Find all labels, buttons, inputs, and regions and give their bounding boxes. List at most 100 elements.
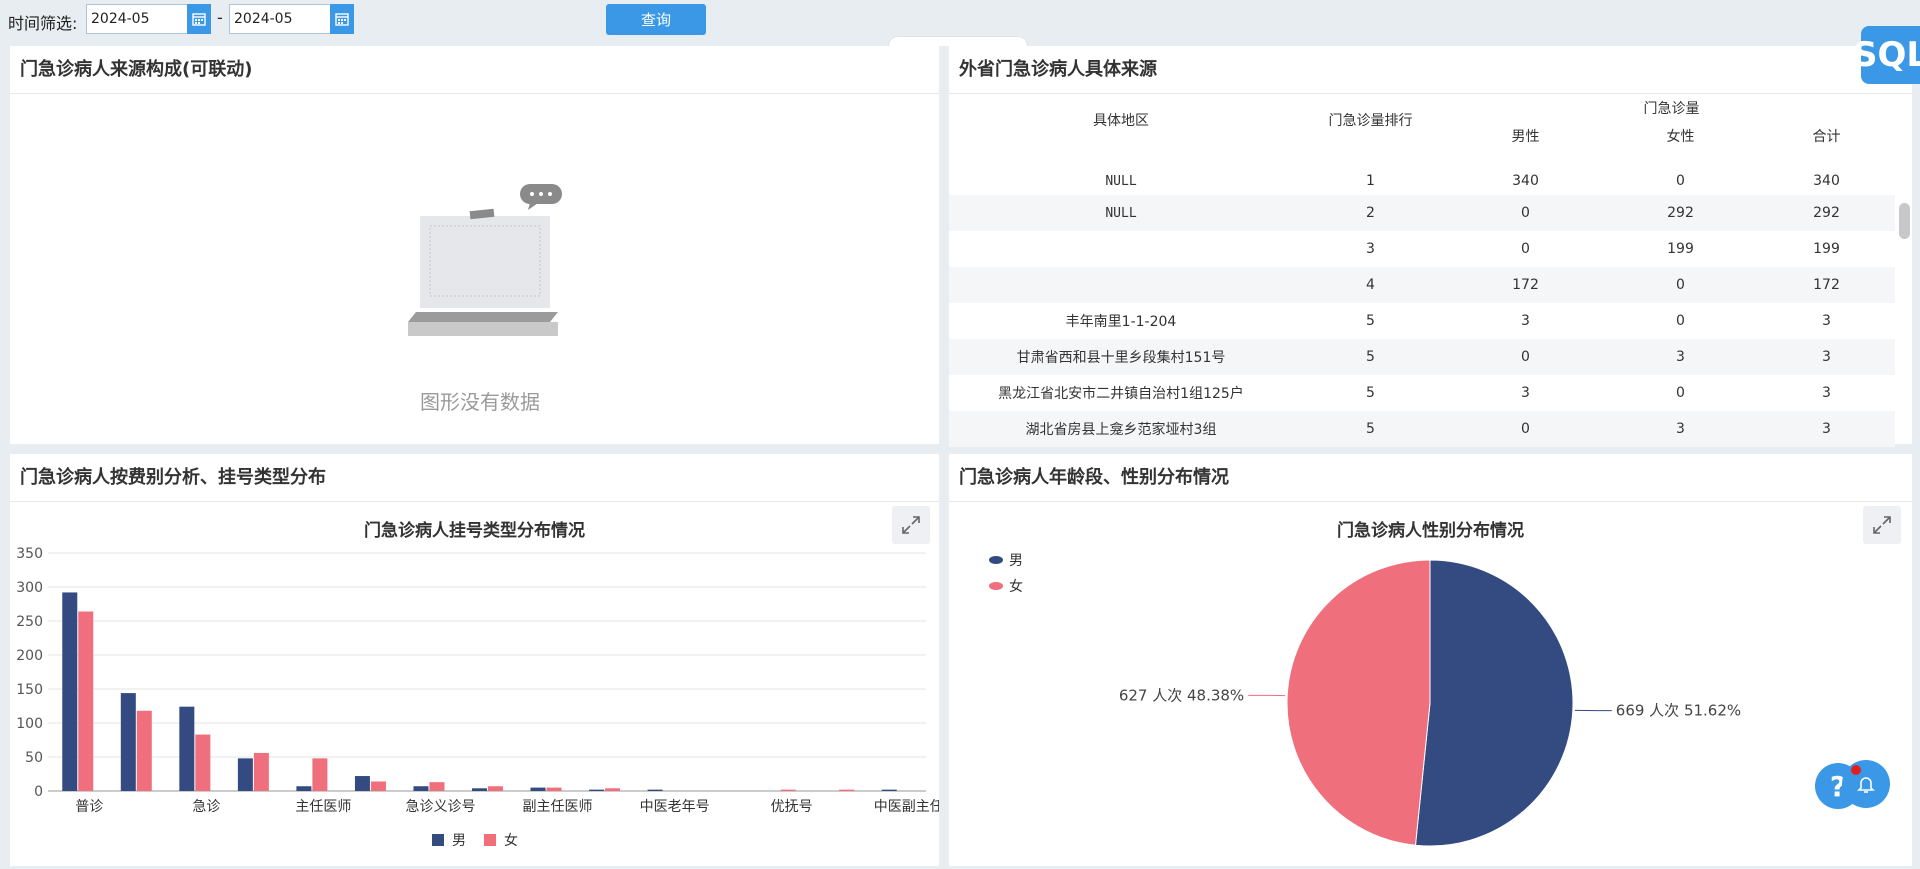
x-tick-label: 副主任医师 bbox=[523, 799, 593, 815]
x-tick-label: 主任医师 bbox=[295, 799, 351, 815]
cell-female: 3 bbox=[1676, 421, 1685, 437]
bar-female bbox=[78, 611, 94, 791]
y-tick-label: 100 bbox=[16, 716, 43, 732]
bar-female bbox=[195, 734, 211, 791]
age-panel: 门急诊病人年龄段、性别分布情况 门急诊病人性别分布情况 669 人次 51.62… bbox=[949, 454, 1912, 866]
start-date-field[interactable] bbox=[86, 4, 188, 34]
empty-text: 图形没有数据 bbox=[420, 390, 540, 414]
x-tick-label: 中医老年号 bbox=[640, 799, 710, 815]
start-calendar-button[interactable] bbox=[187, 4, 211, 34]
pie-slice-female bbox=[1286, 559, 1431, 846]
table-row: 3 0 199 199 bbox=[949, 231, 1895, 267]
legend-swatch bbox=[989, 556, 1003, 564]
bar-chart: 0 50 100 150 200 250 300 350 普诊 急诊 主任医师 急诊义诊号 副主任医师 中… bbox=[16, 546, 939, 849]
cell-rank: 4 bbox=[1366, 277, 1375, 293]
scroll-thumb[interactable] bbox=[1899, 203, 1910, 239]
bar-female bbox=[839, 789, 855, 791]
pie-label: 627 人次 48.38% bbox=[1119, 686, 1244, 704]
table-row: 黑龙江省北安市二井镇自治村1组125户 5 3 0 3 bbox=[949, 375, 1895, 411]
cell-male: 0 bbox=[1521, 241, 1530, 257]
table-row: 丰年南里1-1-204 5 3 0 3 bbox=[949, 303, 1895, 339]
legend-swatch bbox=[989, 582, 1003, 590]
y-tick-label: 200 bbox=[16, 648, 43, 664]
collapse-handle[interactable] bbox=[888, 36, 1028, 46]
cell-region: 湖北省房县上龛乡范家垭村3组 bbox=[1025, 422, 1217, 438]
bar-male bbox=[647, 789, 663, 791]
y-tick-label: 50 bbox=[25, 750, 43, 766]
cell-total: 292 bbox=[1813, 205, 1840, 221]
end-date-field[interactable] bbox=[229, 4, 331, 34]
source-panel: 门急诊病人来源构成(可联动) 图形没有数据 bbox=[10, 46, 939, 444]
cell-region: 丰年南里1-1-204 bbox=[1065, 314, 1177, 330]
filter-bar: 时间筛选: - 查询 bbox=[0, 0, 1920, 40]
x-tick-label: 普诊 bbox=[75, 799, 103, 815]
bar-female bbox=[253, 752, 269, 791]
bar-male bbox=[237, 758, 253, 791]
bar-male bbox=[179, 706, 195, 791]
end-calendar-button[interactable] bbox=[330, 4, 354, 34]
bar-female bbox=[370, 781, 386, 791]
header-female: 女性 bbox=[1666, 129, 1695, 145]
header-male: 男性 bbox=[1511, 129, 1540, 145]
pie-slice-male bbox=[1414, 559, 1574, 847]
cell-male: 172 bbox=[1512, 277, 1539, 293]
notification-dot bbox=[1851, 765, 1861, 775]
query-button[interactable]: 查询 bbox=[606, 4, 706, 35]
legend-label: 女 bbox=[504, 832, 518, 849]
start-date-input[interactable] bbox=[87, 5, 187, 33]
cell-rank: 3 bbox=[1366, 241, 1375, 257]
cell-male: 0 bbox=[1521, 349, 1530, 365]
y-tick-label: 250 bbox=[16, 614, 43, 630]
y-tick-label: 300 bbox=[16, 580, 43, 596]
cell-rank: 5 bbox=[1366, 313, 1375, 329]
bar-female bbox=[429, 782, 445, 791]
table-row: 4 172 0 172 bbox=[949, 267, 1895, 303]
cell-female: 3 bbox=[1676, 349, 1685, 365]
bar-female bbox=[546, 787, 562, 791]
y-tick-label: 350 bbox=[16, 546, 43, 562]
cell-male: 0 bbox=[1521, 421, 1530, 437]
table-header: 具体地区 门急诊量排行 门急诊量 男性 女性 合计 bbox=[949, 95, 1895, 167]
cell-total: 199 bbox=[1813, 241, 1840, 257]
bar-male bbox=[62, 592, 78, 791]
x-tick-label: 急诊 bbox=[192, 799, 220, 815]
fee-panel: 门急诊病人按费别分析、挂号类型分布 门急诊病人挂号类型分布情况 0 50 100 15… bbox=[10, 454, 939, 866]
y-tick-label: 150 bbox=[16, 682, 43, 698]
table-body: NULL 1 340 0 340 NULL 2 0 292 292 3 0 199 199 4 172 0 172… bbox=[949, 167, 1895, 447]
legend-label: 男 bbox=[452, 833, 466, 849]
bar-male bbox=[881, 789, 897, 791]
cell-male: 3 bbox=[1521, 385, 1530, 401]
province-table: 具体地区 门急诊量排行 门急诊量 男性 女性 合计 NULL 1 340 0 340 NU… bbox=[949, 95, 1895, 447]
bar-male bbox=[530, 787, 546, 791]
panel-title: 外省门急诊病人具体来源 bbox=[949, 46, 1912, 94]
end-date-input[interactable] bbox=[230, 5, 330, 33]
legend-swatch bbox=[432, 834, 444, 846]
bar-male bbox=[296, 786, 312, 791]
header-total: 合计 bbox=[1812, 129, 1841, 145]
bar-female bbox=[312, 758, 328, 791]
pie-chart: 669 人次 51.62% 627 人次 48.38% 男女 bbox=[989, 553, 1741, 847]
cell-rank: 2 bbox=[1366, 205, 1375, 221]
filter-label: 时间筛选: bbox=[8, 14, 78, 33]
cell-male: 3 bbox=[1521, 313, 1530, 329]
date-separator: - bbox=[217, 8, 223, 27]
y-tick-label: 0 bbox=[34, 784, 43, 800]
sql-button[interactable]: SQL bbox=[1853, 26, 1920, 84]
bar-male bbox=[472, 788, 487, 791]
cell-female: 0 bbox=[1676, 277, 1685, 293]
cell-male: 340 bbox=[1512, 173, 1539, 189]
cell-rank: 5 bbox=[1366, 349, 1375, 365]
bar-female bbox=[780, 789, 796, 791]
empty-state: 图形没有数据 bbox=[390, 176, 590, 414]
header-rank: 门急诊量排行 bbox=[1328, 113, 1413, 129]
cell-rank: 5 bbox=[1366, 385, 1375, 401]
notification-button[interactable] bbox=[1842, 760, 1890, 808]
bell-icon bbox=[1857, 777, 1875, 793]
table-scrollbar[interactable] bbox=[1897, 95, 1912, 443]
cell-region: 甘肃省西和县十里乡段集村151号 bbox=[1016, 350, 1226, 366]
table-row: NULL 2 0 292 292 bbox=[949, 195, 1895, 231]
cell-female: 0 bbox=[1676, 173, 1685, 189]
bar-male bbox=[354, 776, 370, 791]
bar-female bbox=[136, 710, 152, 791]
empty-chart-icon bbox=[408, 184, 562, 336]
